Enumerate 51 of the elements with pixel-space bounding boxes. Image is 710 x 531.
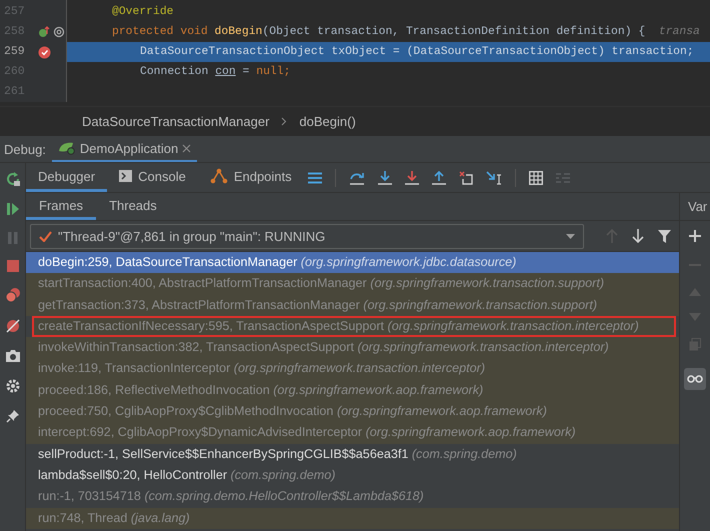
menu-icon[interactable] — [308, 172, 322, 184]
tool-tab[interactable]: Debugger — [26, 163, 108, 192]
code-line: protected void doBegin(Object transaction, TransactionDefinition definition) { transa — [112, 26, 700, 38]
code-line: @Override — [112, 6, 174, 18]
run-to-cursor-icon[interactable] — [486, 170, 502, 184]
step-over-icon[interactable] — [348, 170, 365, 184]
console-icon — [119, 170, 132, 182]
tool-tab[interactable]: Endpoints — [198, 163, 304, 192]
override-icon[interactable] — [38, 26, 50, 38]
settings-icon[interactable] — [4, 378, 20, 394]
tool-tab[interactable]: Console — [107, 163, 198, 192]
drop-frame-icon[interactable] — [458, 170, 473, 184]
calculator-icon[interactable] — [528, 170, 543, 184]
endpoints-icon — [210, 168, 228, 184]
checkmark-icon — [39, 230, 52, 242]
frames-tab[interactable]: Threads — [96, 193, 170, 220]
glasses-icon — [687, 375, 703, 383]
breadcrumb-item[interactable]: DataSourceTransactionManager — [82, 114, 270, 128]
camera-icon[interactable] — [4, 349, 20, 363]
breadcrumb-item[interactable]: doBegin() — [299, 114, 356, 128]
code-line: DataSourceTransactionObject txObject = (DataSourceTransactionObject) transaction; — [139, 46, 694, 58]
stack-frame[interactable]: doBegin:259, DataSourceTransactionManager (org.springframework.jdbc.datasource) — [26, 252, 679, 274]
pin-icon[interactable] — [6, 409, 20, 423]
step-into-icon[interactable] — [378, 170, 392, 184]
stop-icon[interactable] — [6, 260, 18, 272]
stack-frame[interactable]: lambda$sell$0:20, HelloController (com.spring.demo) — [26, 464, 679, 486]
mute-breakpoints-icon[interactable] — [4, 318, 20, 334]
thread-dropdown[interactable]: "Thread-9"@7,861 in group "main": RUNNING — [30, 224, 584, 248]
rerun-icon[interactable] — [4, 171, 20, 187]
chevron-icon — [281, 116, 288, 126]
plus-icon[interactable] — [689, 230, 701, 242]
dropdown-arrow-icon — [566, 234, 575, 238]
down-arrow-icon[interactable] — [632, 229, 644, 243]
close-icon[interactable] — [182, 144, 192, 152]
glasses-button[interactable] — [684, 368, 706, 390]
debug-label: Debug: — [3, 142, 47, 156]
step-out-icon[interactable] — [432, 170, 446, 184]
breakpoints-icon[interactable] — [4, 287, 20, 303]
breakpoint-icon[interactable] — [38, 46, 51, 58]
resume-icon[interactable] — [6, 202, 20, 216]
at-sign-icon[interactable] — [53, 26, 65, 38]
stack-frame[interactable]: sellProduct:-1, SellService$$EnhancerBySpringCGLIB$$a56ea3f1 (com.spring.demo) — [26, 444, 679, 465]
line-number: 259 — [3, 44, 26, 60]
filter-icon[interactable] — [658, 230, 671, 242]
session-name: DemoApplication — [80, 140, 178, 156]
code-line: Connection con = null; — [139, 66, 290, 78]
frames-tab[interactable]: Frames — [26, 193, 96, 220]
stack-frame[interactable]: run:-1, 703154718 (com.spring.demo.HelloController$$Lambda$618) — [26, 486, 679, 508]
variables-header[interactable]: Var — [688, 199, 708, 214]
spring-leaf-icon — [58, 141, 76, 155]
force-step-into-icon[interactable] — [404, 170, 419, 184]
